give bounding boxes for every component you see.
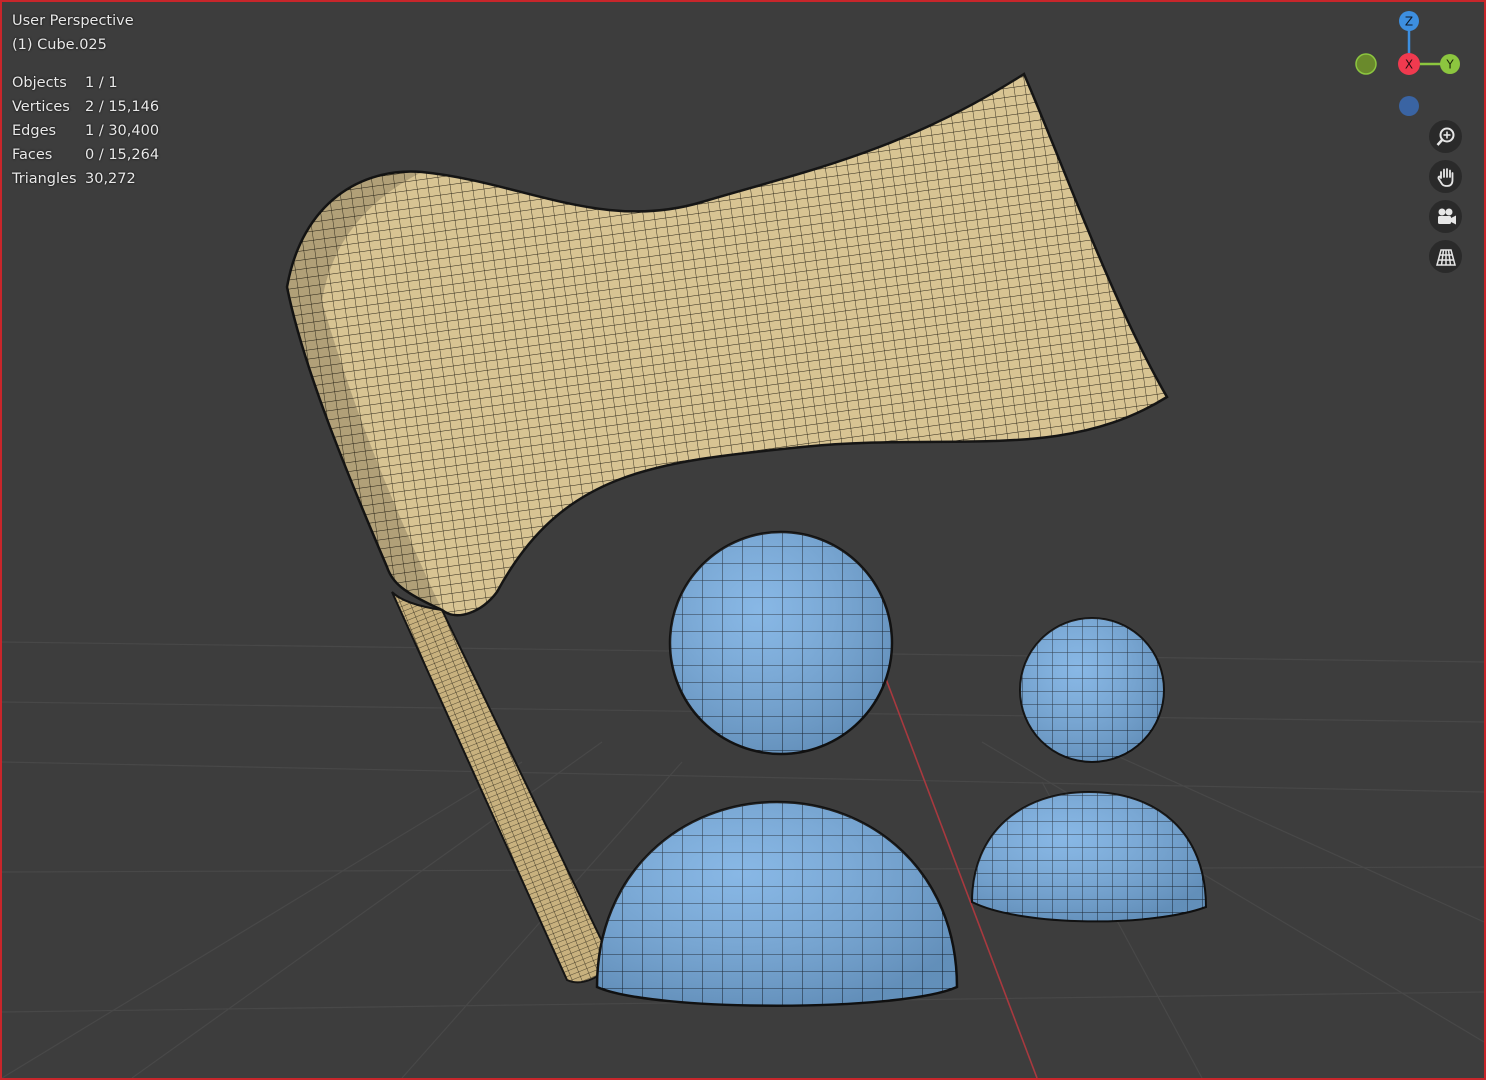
active-object-name: (1) Cube.025 — [12, 37, 107, 53]
gizmo-z-label: Z — [1405, 15, 1413, 29]
stat-value: 2 / 15,146 — [85, 99, 160, 115]
scene-statistics: Objects 1 / 1 Vertices 2 / 15,146 Edges … — [12, 71, 159, 191]
perspective-toggle-button[interactable] — [1429, 240, 1462, 273]
zoom-icon — [1436, 127, 1454, 146]
scene-canvas[interactable] — [2, 2, 1484, 1078]
stat-label: Edges — [12, 123, 57, 139]
camera-icon — [1437, 208, 1456, 224]
gizmo-neg-z-handle[interactable] — [1399, 96, 1419, 116]
flag-pole — [391, 591, 614, 984]
zoom-button[interactable] — [1429, 120, 1462, 153]
grid-perspective-icon — [1435, 248, 1456, 266]
navigation-gizmo[interactable]: Z X Y — [1342, 8, 1472, 118]
hand-pan-icon — [1437, 167, 1453, 187]
gizmo-x-label: X — [1405, 58, 1413, 72]
3d-viewport[interactable]: User Perspective (1) Cube.025 Objects 1 … — [0, 0, 1486, 1080]
stat-value: 1 / 30,400 — [85, 123, 160, 139]
pan-button[interactable] — [1429, 160, 1462, 193]
gizmo-neg-y-handle[interactable] — [1355, 53, 1377, 75]
stat-value: 1 / 1 — [85, 75, 118, 91]
gizmo-y-label: Y — [1445, 58, 1454, 72]
viewport-info: User Perspective (1) Cube.025 Objects 1 … — [12, 9, 159, 191]
stat-value: 30,272 — [85, 171, 136, 187]
view-name: User Perspective — [12, 13, 134, 29]
person-small — [970, 617, 1208, 923]
stat-value: 0 / 15,264 — [85, 147, 160, 163]
camera-view-button[interactable] — [1429, 200, 1462, 233]
stat-label: Faces — [12, 147, 53, 163]
stat-label: Objects — [12, 75, 67, 91]
person-large — [595, 530, 959, 1007]
stat-label: Triangles — [12, 171, 77, 187]
flag-mesh — [285, 72, 1169, 617]
stat-label: Vertices — [12, 99, 70, 115]
